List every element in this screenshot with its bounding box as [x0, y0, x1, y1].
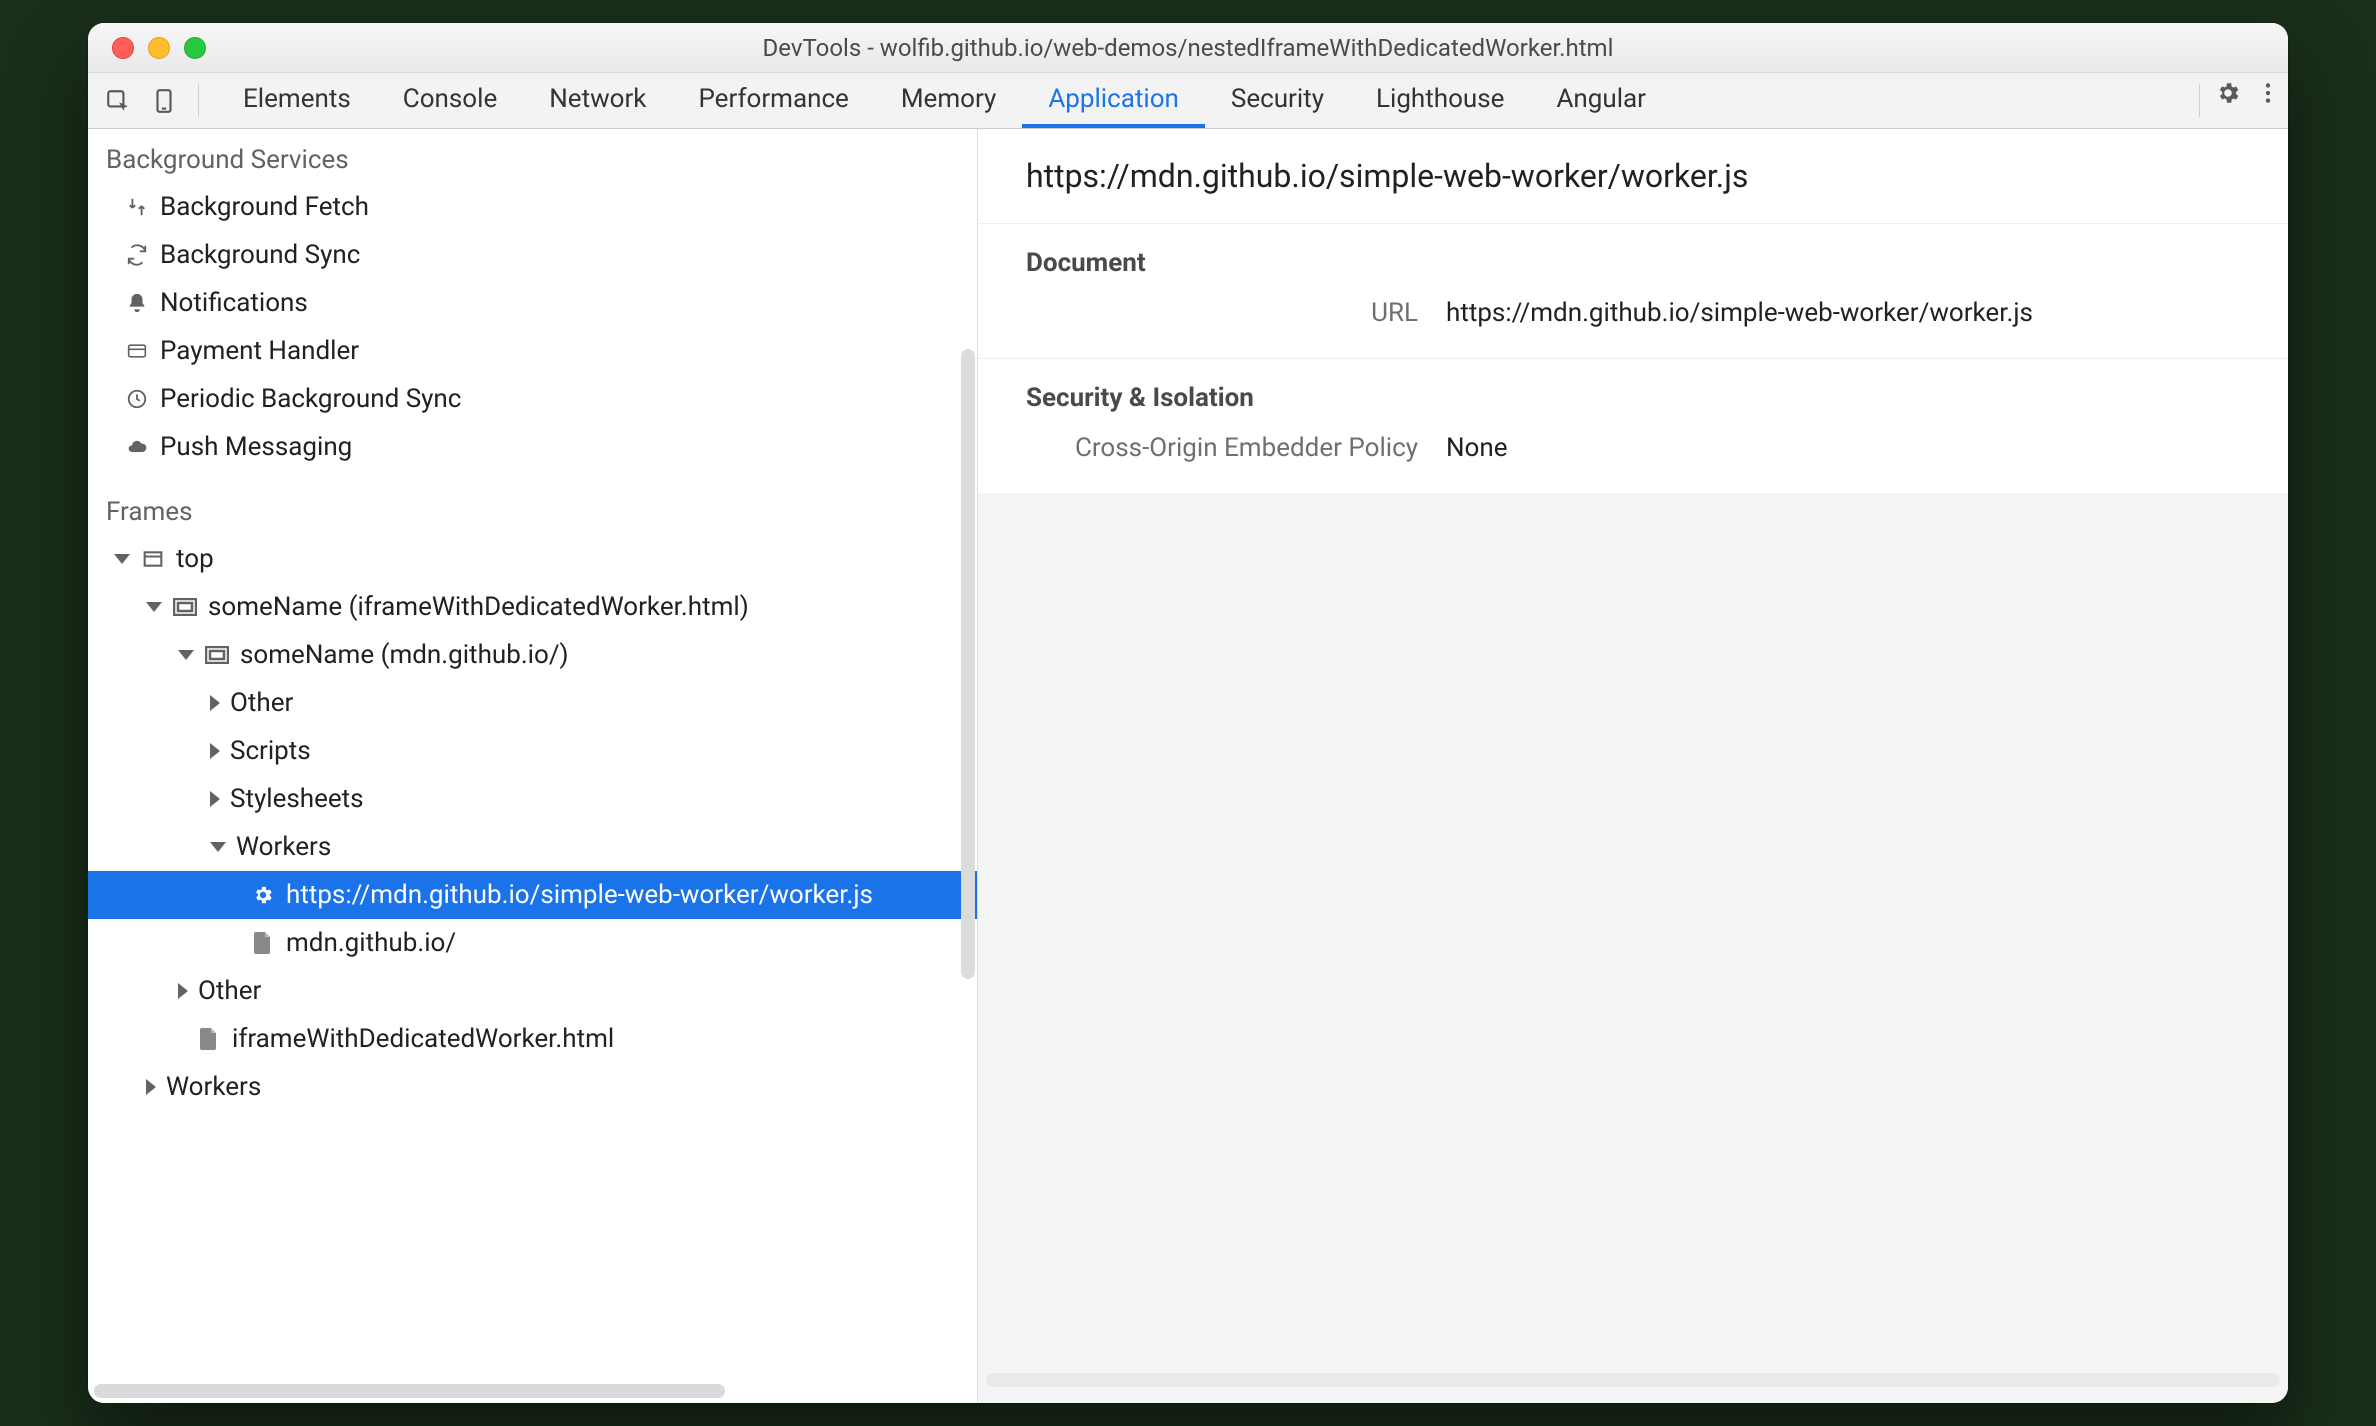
gear-icon: [250, 882, 276, 908]
devtools-tabbar: Elements Console Network Performance Mem…: [88, 73, 2288, 129]
card-icon: [124, 338, 150, 364]
expand-arrow-icon[interactable]: [114, 554, 130, 564]
tree-other-2[interactable]: Other: [88, 967, 977, 1015]
iframe-icon: [204, 642, 230, 668]
main-panel: https://mdn.github.io/simple-web-worker/…: [978, 129, 2288, 1403]
sidebar-item-label: Background Sync: [160, 240, 360, 270]
tree-label: Other: [198, 976, 261, 1006]
document-heading: Document: [978, 224, 2288, 292]
tree-file-mdn[interactable]: mdn.github.io/: [88, 919, 977, 967]
more-menu-icon[interactable]: [2248, 73, 2288, 113]
tab-network[interactable]: Network: [523, 73, 672, 128]
tree-label: Other: [230, 688, 293, 718]
worker-label: https://mdn.github.io/simple-web-worker/…: [286, 880, 873, 910]
fetch-icon: [124, 194, 150, 220]
tab-memory[interactable]: Memory: [875, 73, 1022, 128]
sidebar-item-payment-handler[interactable]: Payment Handler: [88, 327, 977, 375]
frame-top[interactable]: top: [88, 535, 977, 583]
security-heading: Security & Isolation: [978, 359, 2288, 427]
tree-other[interactable]: Other: [88, 679, 977, 727]
main-horizontal-scrollbar[interactable]: [986, 1373, 2280, 1395]
devtools-window: DevTools - wolfib.github.io/web-demos/ne…: [88, 23, 2288, 1403]
page-title: https://mdn.github.io/simple-web-worker/…: [978, 129, 2288, 224]
collapse-arrow-icon[interactable]: [146, 1079, 156, 1095]
file-icon: [196, 1026, 222, 1052]
bell-icon: [124, 290, 150, 316]
tree-scripts[interactable]: Scripts: [88, 727, 977, 775]
file-icon: [250, 930, 276, 956]
sidebar-item-periodic-sync[interactable]: Periodic Background Sync: [88, 375, 977, 423]
frames-heading: Frames: [88, 471, 977, 535]
tab-console[interactable]: Console: [377, 73, 523, 128]
collapse-arrow-icon[interactable]: [210, 743, 220, 759]
sidebar-item-label: Notifications: [160, 288, 308, 318]
document-section: Document URL https://mdn.github.io/simpl…: [978, 224, 2288, 359]
sidebar-item-label: Background Fetch: [160, 192, 369, 222]
inspect-element-icon[interactable]: [98, 81, 138, 121]
sidebar-horizontal-scrollbar[interactable]: [88, 1379, 977, 1403]
frame-iframe-2[interactable]: someName (mdn.github.io/): [88, 631, 977, 679]
tab-security[interactable]: Security: [1205, 73, 1350, 128]
background-services-heading: Background Services: [88, 133, 977, 183]
window-icon: [140, 546, 166, 572]
sidebar-item-notifications[interactable]: Notifications: [88, 279, 977, 327]
window-title: DevTools - wolfib.github.io/web-demos/ne…: [88, 34, 2288, 62]
tab-angular[interactable]: Angular: [1530, 73, 1672, 128]
devtools-tabs: Elements Console Network Performance Mem…: [217, 73, 1672, 128]
worker-item-selected[interactable]: https://mdn.github.io/simple-web-worker/…: [88, 871, 977, 919]
sidebar-item-background-fetch[interactable]: Background Fetch: [88, 183, 977, 231]
tab-lighthouse[interactable]: Lighthouse: [1350, 73, 1530, 128]
tree-label: Scripts: [230, 736, 311, 766]
tab-performance[interactable]: Performance: [672, 73, 874, 128]
tab-elements[interactable]: Elements: [217, 73, 377, 128]
tree-label: Stylesheets: [230, 784, 364, 814]
tree-workers[interactable]: Workers: [88, 823, 977, 871]
url-label: URL: [1026, 298, 1446, 328]
url-value: https://mdn.github.io/simple-web-worker/…: [1446, 298, 2033, 328]
tree-label: mdn.github.io/: [286, 928, 456, 958]
device-toolbar-icon[interactable]: [144, 81, 184, 121]
divider: [2199, 84, 2200, 117]
sidebar-item-label: Payment Handler: [160, 336, 359, 366]
security-section: Security & Isolation Cross-Origin Embedd…: [978, 359, 2288, 493]
frame-iframe-1[interactable]: someName (iframeWithDedicatedWorker.html…: [88, 583, 977, 631]
iframe-icon: [172, 594, 198, 620]
tab-application[interactable]: Application: [1022, 73, 1205, 128]
collapse-arrow-icon[interactable]: [210, 791, 220, 807]
expand-arrow-icon[interactable]: [178, 650, 194, 660]
frame-label: top: [176, 544, 214, 574]
sync-icon: [124, 242, 150, 268]
tree-stylesheets[interactable]: Stylesheets: [88, 775, 977, 823]
expand-arrow-icon[interactable]: [210, 842, 226, 852]
tree-workers-2[interactable]: Workers: [88, 1063, 977, 1111]
collapse-arrow-icon[interactable]: [178, 983, 188, 999]
close-window-button[interactable]: [112, 37, 134, 59]
clock-icon: [124, 386, 150, 412]
tree-label: Workers: [166, 1072, 261, 1102]
divider: [198, 84, 199, 117]
frame-label: someName (iframeWithDedicatedWorker.html…: [208, 592, 749, 622]
sidebar-item-background-sync[interactable]: Background Sync: [88, 231, 977, 279]
tree-file-iframe[interactable]: iframeWithDedicatedWorker.html: [88, 1015, 977, 1063]
titlebar: DevTools - wolfib.github.io/web-demos/ne…: [88, 23, 2288, 73]
maximize-window-button[interactable]: [184, 37, 206, 59]
coep-value: None: [1446, 433, 1508, 463]
sidebar-item-label: Push Messaging: [160, 432, 352, 462]
tree-label: Workers: [236, 832, 331, 862]
collapse-arrow-icon[interactable]: [210, 695, 220, 711]
settings-gear-icon[interactable]: [2208, 73, 2248, 113]
sidebar-vertical-scrollbar[interactable]: [961, 349, 975, 979]
frame-label: someName (mdn.github.io/): [240, 640, 569, 670]
expand-arrow-icon[interactable]: [146, 602, 162, 612]
sidebar-item-label: Periodic Background Sync: [160, 384, 461, 414]
cloud-icon: [124, 434, 150, 460]
tree-label: iframeWithDedicatedWorker.html: [232, 1024, 614, 1054]
application-sidebar: Background Services Background Fetch Bac…: [88, 129, 978, 1403]
coep-label: Cross-Origin Embedder Policy: [1026, 433, 1446, 463]
window-controls: [88, 37, 206, 59]
minimize-window-button[interactable]: [148, 37, 170, 59]
sidebar-item-push-messaging[interactable]: Push Messaging: [88, 423, 977, 471]
